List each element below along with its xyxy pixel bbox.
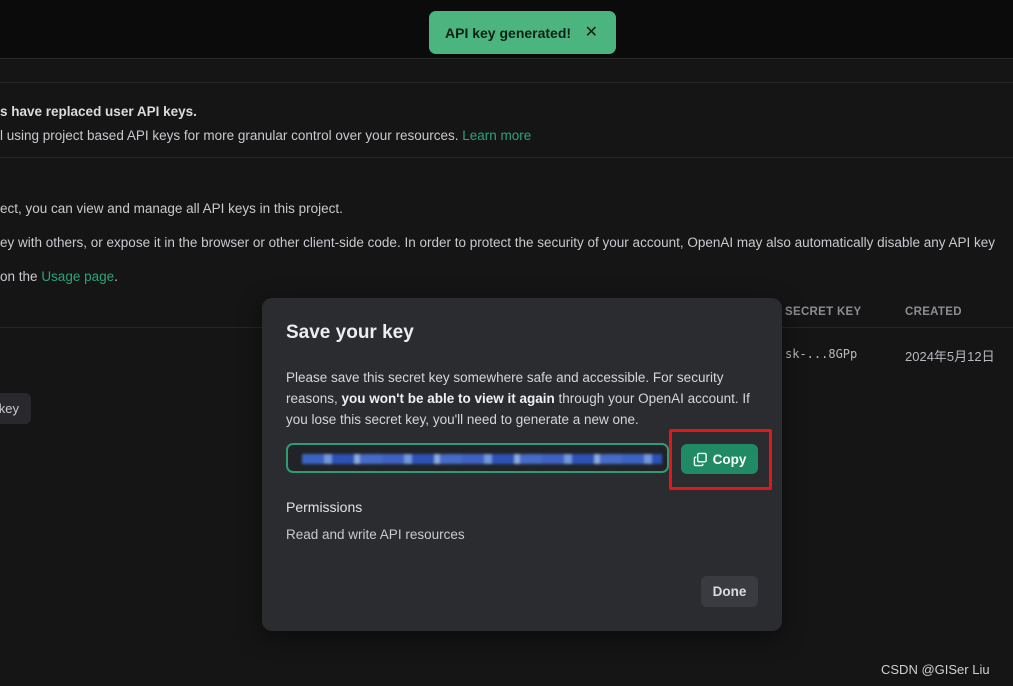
done-button[interactable]: Done bbox=[701, 576, 758, 607]
toast-message: API key generated! bbox=[445, 24, 572, 41]
divider bbox=[0, 157, 1013, 158]
permissions-heading: Permissions bbox=[286, 499, 363, 515]
copy-icon bbox=[693, 452, 707, 466]
save-key-dialog: Save your key Please save this secret ke… bbox=[262, 298, 782, 631]
close-icon[interactable]: ✕ bbox=[585, 22, 598, 42]
table-cell-secret-key: sk-...8GPp bbox=[785, 347, 858, 361]
create-key-label: key bbox=[0, 401, 19, 416]
divider bbox=[0, 82, 1013, 83]
dialog-description-bold: you won't be able to view it again bbox=[341, 391, 555, 406]
table-cell-created: 2024年5月12日 bbox=[905, 349, 995, 364]
create-key-button[interactable]: key bbox=[0, 393, 31, 424]
info-line-1: ect, you can view and manage all API key… bbox=[0, 201, 343, 216]
permissions-value: Read and write API resources bbox=[286, 527, 465, 542]
info-line-3: on the Usage page. bbox=[0, 269, 118, 284]
notice-body: l using project based API keys for more … bbox=[0, 128, 531, 143]
done-label: Done bbox=[712, 584, 747, 599]
column-header-secret-key: SECRET KEY bbox=[785, 306, 862, 318]
secret-key-field[interactable] bbox=[286, 443, 669, 473]
watermark: CSDN @GISer Liu bbox=[881, 662, 990, 677]
usage-page-link[interactable]: Usage page bbox=[41, 269, 114, 284]
info-line-3-suffix: . bbox=[114, 269, 118, 284]
dialog-title: Save your key bbox=[286, 322, 414, 343]
toast-notification: API key generated! ✕ bbox=[429, 11, 616, 54]
copy-label: Copy bbox=[712, 451, 747, 467]
column-header-created: CREATED bbox=[905, 306, 962, 318]
info-line-2: ey with others, or expose it in the brow… bbox=[0, 235, 995, 250]
info-line-3-prefix: on the bbox=[0, 269, 38, 284]
dialog-description: Please save this secret key somewhere sa… bbox=[286, 367, 756, 430]
learn-more-link[interactable]: Learn more bbox=[462, 128, 531, 143]
notice-text: l using project based API keys for more … bbox=[0, 128, 459, 143]
redacted-key-value bbox=[302, 454, 662, 464]
notice-heading: s have replaced user API keys. bbox=[0, 104, 197, 119]
copy-button[interactable]: Copy bbox=[681, 444, 758, 474]
